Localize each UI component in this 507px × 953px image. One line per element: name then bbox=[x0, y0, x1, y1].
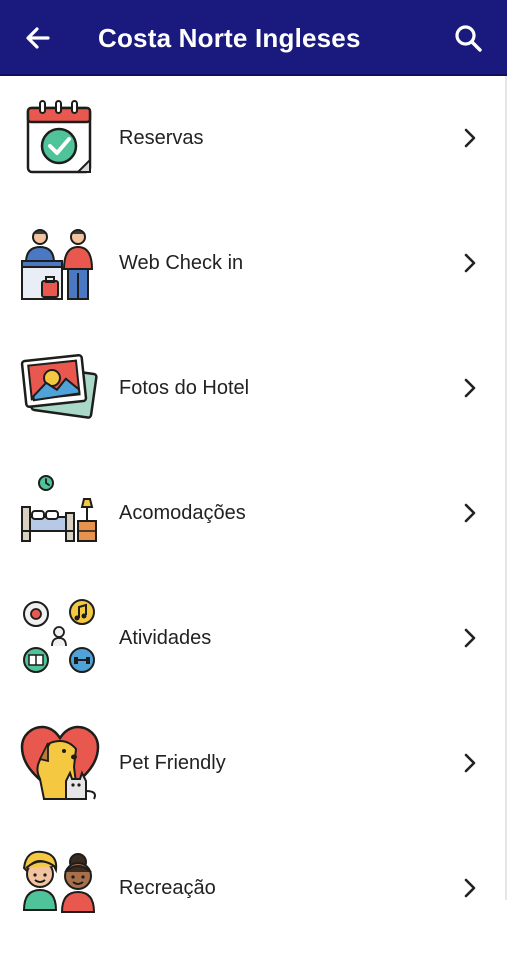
chevron-right-icon bbox=[458, 374, 482, 402]
menu-item-label: Atividades bbox=[119, 627, 212, 649]
chevron-right-icon bbox=[458, 499, 482, 527]
menu-item-atividades[interactable]: Atividades bbox=[0, 578, 507, 703]
menu-item-label: Pet Friendly bbox=[119, 752, 226, 774]
menu-item-label: Reservas bbox=[119, 127, 204, 149]
bed-icon bbox=[20, 473, 100, 553]
menu-item-fotos-do-hotel[interactable]: Fotos do Hotel bbox=[0, 328, 507, 453]
app-bar: Costa Norte Ingleses bbox=[0, 0, 507, 76]
chevron-right-icon bbox=[458, 874, 482, 902]
chevron-right-icon bbox=[458, 624, 482, 652]
chevron-right-icon bbox=[458, 249, 482, 277]
menu-item-reservas[interactable]: Reservas bbox=[0, 78, 507, 203]
search-icon bbox=[455, 25, 482, 52]
chevron-right-icon bbox=[458, 124, 482, 152]
menu-item-label: Web Check in bbox=[119, 252, 244, 274]
chevron-right-icon bbox=[458, 749, 482, 777]
calendar-check-icon bbox=[20, 98, 100, 178]
activities-icon bbox=[20, 598, 100, 678]
page-title: Costa Norte Ingleses bbox=[98, 23, 361, 53]
menu-item-label: Fotos do Hotel bbox=[119, 377, 250, 399]
menu-item-label: Recreação bbox=[119, 877, 216, 899]
search-button[interactable] bbox=[450, 20, 486, 56]
menu-item-recreacao[interactable]: Recreação bbox=[0, 828, 507, 953]
menu-list: Reservas Web Check in Fotos do Hotel Aco… bbox=[0, 78, 507, 953]
photos-icon bbox=[20, 348, 100, 428]
menu-item-label: Acomodações bbox=[119, 502, 246, 524]
menu-item-pet-friendly[interactable]: Pet Friendly bbox=[0, 703, 507, 828]
reception-desk-icon bbox=[20, 223, 100, 303]
menu-item-web-check-in[interactable]: Web Check in bbox=[0, 203, 507, 328]
back-button[interactable] bbox=[20, 22, 56, 54]
kids-icon bbox=[20, 848, 100, 928]
menu-item-acomodacoes[interactable]: Acomodações bbox=[0, 453, 507, 578]
arrow-left-icon bbox=[26, 27, 50, 49]
pet-friendly-icon bbox=[20, 723, 100, 803]
